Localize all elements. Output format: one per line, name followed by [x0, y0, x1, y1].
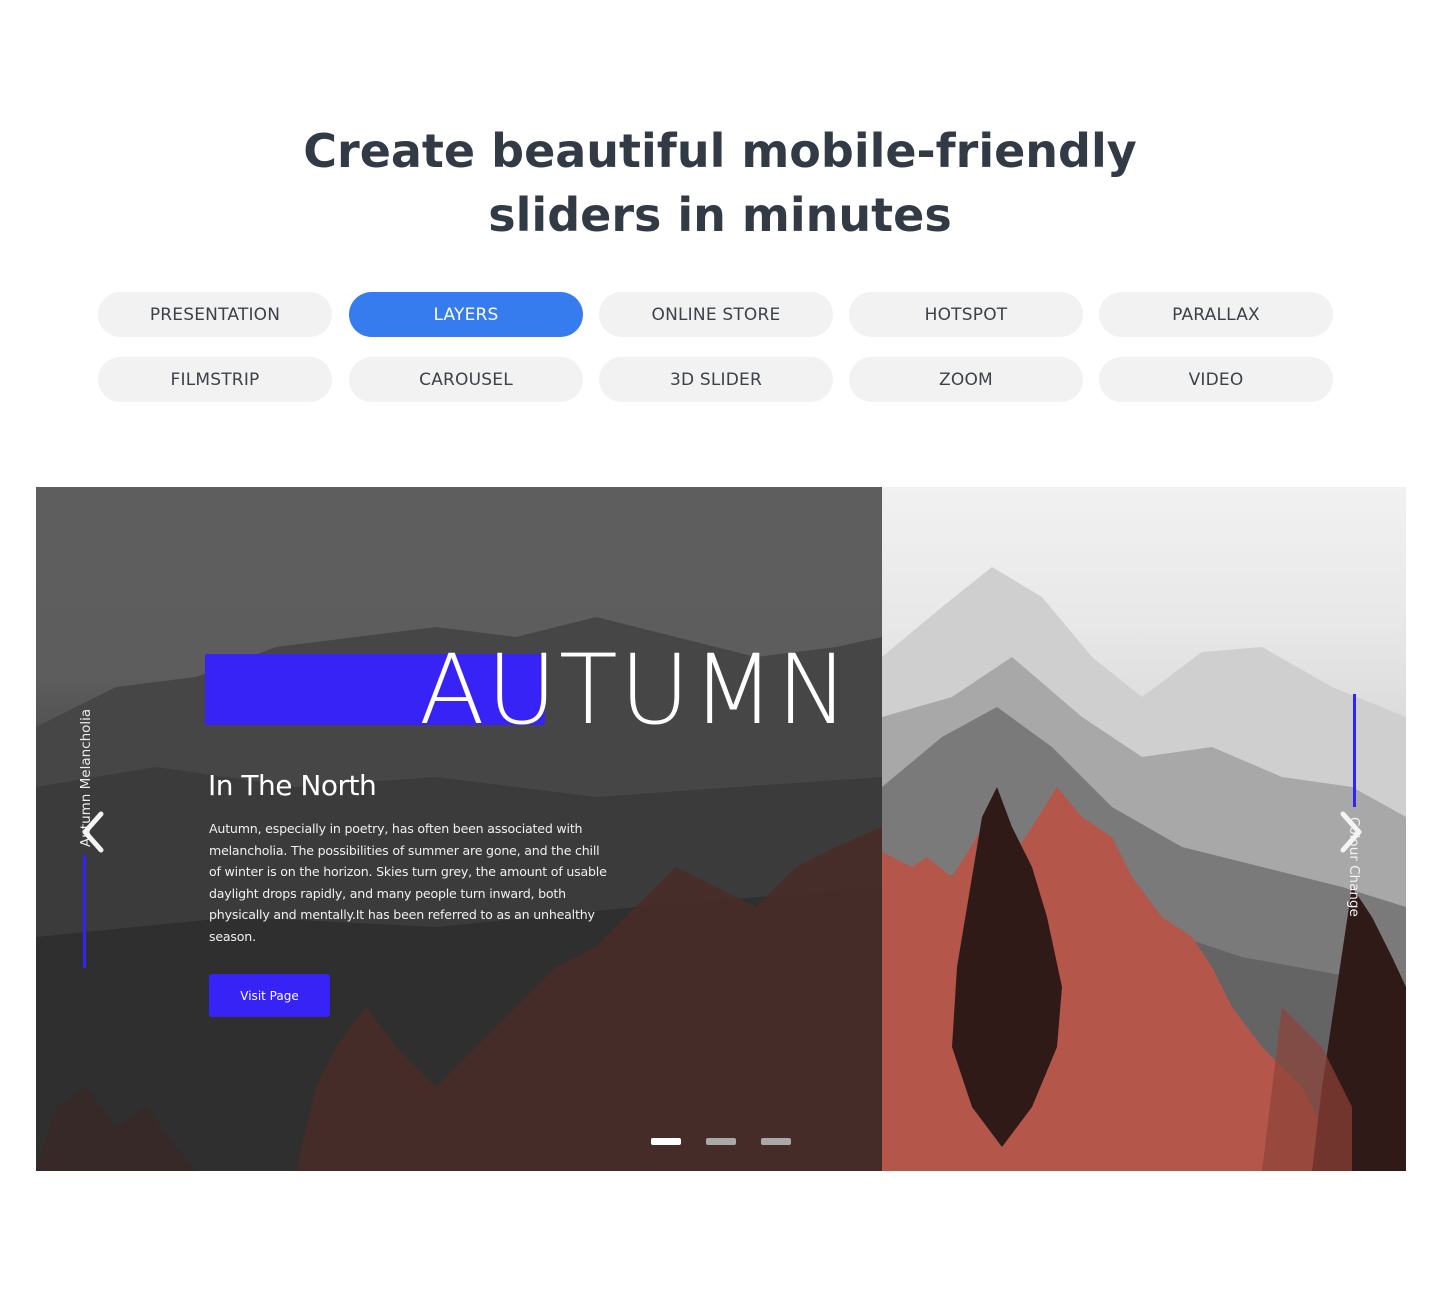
tab-presentation[interactable]: PRESENTATION — [98, 292, 332, 337]
pagination-dot-3[interactable] — [761, 1138, 791, 1145]
tab-parallax[interactable]: PARALLAX — [1099, 292, 1333, 337]
slide-title: AUTUMN — [419, 634, 851, 746]
chevron-right-icon — [1340, 811, 1362, 853]
tab-zoom[interactable]: ZOOM — [849, 357, 1083, 402]
page-headline: Create beautiful mobile-friendly sliders… — [0, 119, 1440, 247]
tab-hotspot[interactable]: HOTSPOT — [849, 292, 1083, 337]
active-slide: AUTUMN In The North Autumn, especially i… — [36, 487, 882, 1171]
next-slide-preview — [882, 487, 1406, 1171]
slider-demo: AUTUMN In The North Autumn, especially i… — [36, 487, 1406, 1171]
tab-carousel[interactable]: CAROUSEL — [349, 357, 583, 402]
visit-page-button[interactable]: Visit Page — [209, 974, 330, 1017]
tab-video[interactable]: VIDEO — [1099, 357, 1333, 402]
slider-pagination — [651, 1138, 791, 1146]
tab-online-store[interactable]: ONLINE STORE — [599, 292, 833, 337]
tab-3d-slider[interactable]: 3D SLIDER — [599, 357, 833, 402]
headline-line-2: sliders in minutes — [488, 187, 952, 242]
slide-description: Autumn, especially in poetry, has often … — [209, 821, 607, 944]
chevron-left-icon — [82, 811, 104, 853]
tab-layers[interactable]: LAYERS — [349, 292, 583, 337]
slide-subtitle: In The North — [208, 769, 377, 802]
next-indicator-line — [1353, 694, 1356, 807]
prev-indicator-line — [83, 855, 86, 968]
pagination-dot-2[interactable] — [706, 1138, 736, 1145]
prev-slide-button[interactable] — [76, 807, 110, 857]
headline-line-1: Create beautiful mobile-friendly — [303, 123, 1137, 178]
pagination-dot-1[interactable] — [651, 1138, 681, 1145]
tab-filmstrip[interactable]: FILMSTRIP — [98, 357, 332, 402]
next-slide-button[interactable] — [1334, 807, 1368, 857]
mountain-forest-image — [882, 567, 1406, 1171]
